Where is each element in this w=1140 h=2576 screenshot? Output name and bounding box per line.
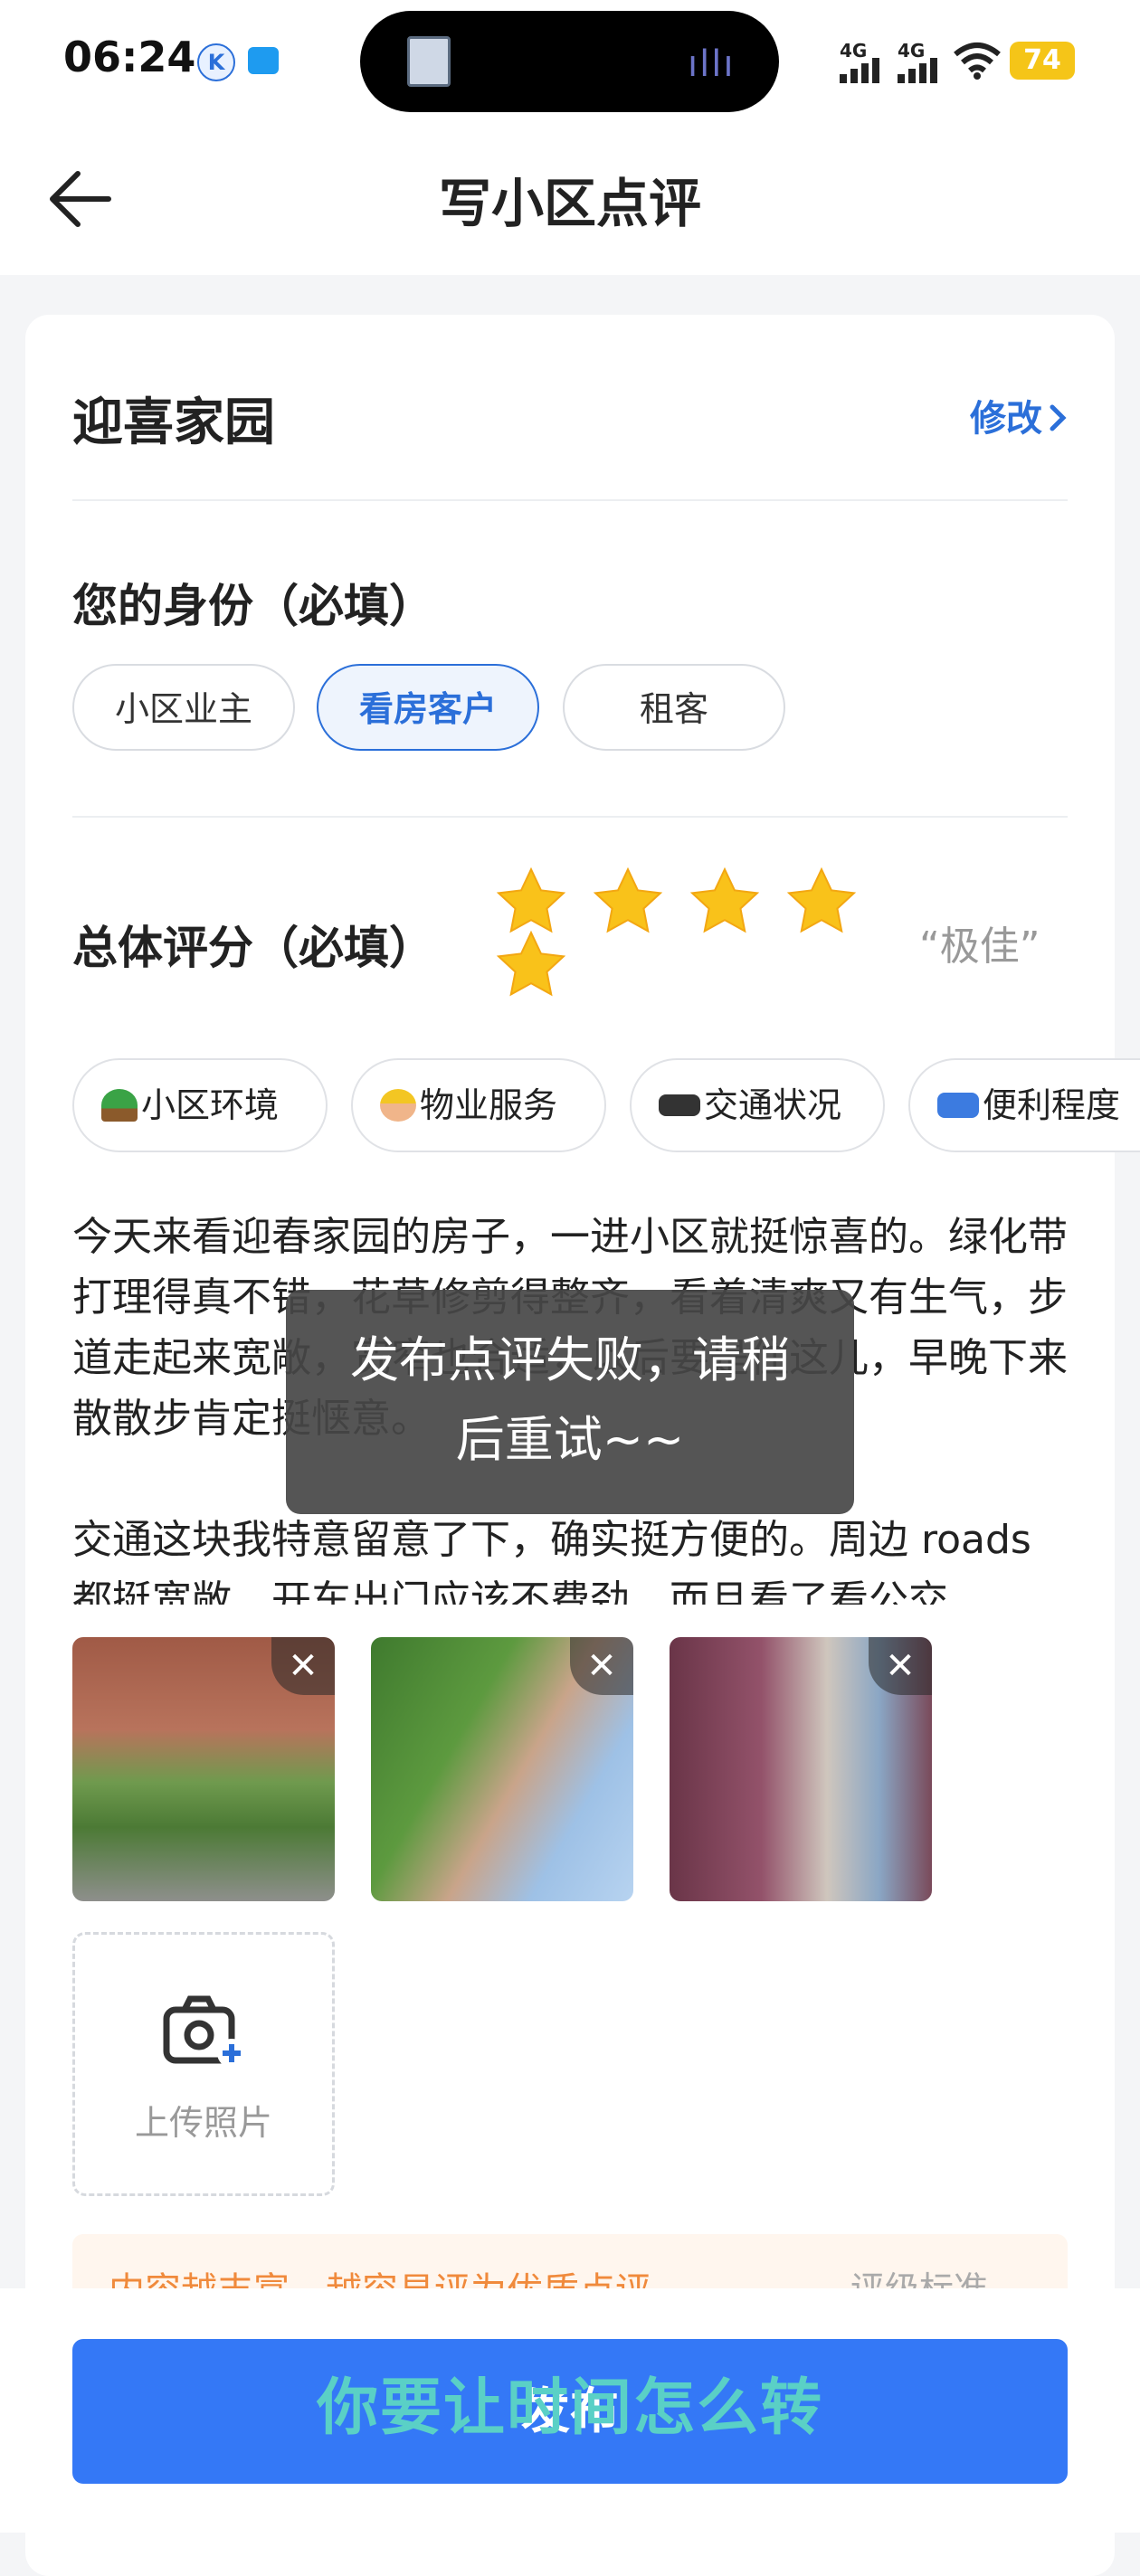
tag-traffic[interactable]: 交通状况 bbox=[630, 1058, 885, 1152]
star-5-icon[interactable] bbox=[494, 928, 568, 1002]
tree-icon bbox=[101, 1088, 138, 1122]
car-icon bbox=[937, 1092, 979, 1118]
modify-label: 修改 bbox=[970, 398, 1042, 440]
audio-wave-icon: ıllı bbox=[688, 43, 736, 85]
wifi-icon bbox=[954, 43, 1001, 80]
divider bbox=[72, 499, 1068, 501]
identity-option-tenant[interactable]: 租客 bbox=[563, 664, 785, 751]
toast-line-1: 发布点评失败，请稍 bbox=[350, 1331, 790, 1388]
star-3-icon[interactable] bbox=[688, 865, 762, 939]
identity-option-owner[interactable]: 小区业主 bbox=[72, 664, 295, 751]
community-name: 迎喜家园 bbox=[72, 393, 275, 452]
identity-title: 您的身份（必填） bbox=[72, 580, 434, 632]
media-thumbnail-icon bbox=[407, 36, 451, 87]
add-camera-icon bbox=[163, 1995, 246, 2068]
star-4-icon[interactable] bbox=[784, 865, 859, 939]
worker-icon bbox=[380, 1088, 416, 1122]
remove-photo-3-icon[interactable]: ✕ bbox=[869, 1637, 932, 1695]
toast-line-2: 后重试~~ bbox=[455, 1411, 685, 1468]
app-k-icon: K bbox=[197, 43, 235, 81]
identity-option-visitor[interactable]: 看房客户 bbox=[317, 664, 539, 751]
tag-environment[interactable]: 小区环境 bbox=[72, 1058, 328, 1152]
upload-photo-label: 上传照片 bbox=[134, 2103, 272, 2143]
divider bbox=[72, 816, 1068, 818]
star-2-icon[interactable] bbox=[591, 865, 665, 939]
photo-thumbnail-1[interactable]: ✕ bbox=[72, 1637, 335, 1901]
signal-1-icon bbox=[840, 58, 879, 83]
chevron-right-icon bbox=[1050, 404, 1067, 431]
photo-thumbnail-2[interactable]: ✕ bbox=[371, 1637, 633, 1901]
status-time: 06:24 bbox=[63, 33, 196, 81]
remove-photo-1-icon[interactable]: ✕ bbox=[271, 1637, 335, 1695]
traffic-light-icon bbox=[659, 1094, 700, 1116]
remove-photo-2-icon[interactable]: ✕ bbox=[570, 1637, 633, 1695]
battery-indicator: 74 bbox=[1010, 42, 1075, 80]
photo-thumbnail-3[interactable]: ✕ bbox=[670, 1637, 932, 1901]
tag-convenience[interactable]: 便利程度 bbox=[908, 1058, 1140, 1152]
modify-link[interactable]: 修改 bbox=[970, 389, 1069, 441]
review-paragraph-2: 交通这块我特意留意了下，确实挺方便的。周边 roads 都挺宽敞，开车出门应该不… bbox=[72, 1517, 1031, 1605]
app-notification-icon bbox=[248, 47, 279, 74]
rating-description: “极佳” bbox=[919, 923, 1040, 970]
error-toast: 发布点评失败，请稍 后重试~~ bbox=[286, 1290, 854, 1514]
page-title: 写小区点评 bbox=[438, 173, 701, 234]
tag-property-service[interactable]: 物业服务 bbox=[351, 1058, 606, 1152]
floating-overlay-text: 你要让时间怎么转 bbox=[316, 2372, 823, 2444]
rating-title: 总体评分（必填） bbox=[72, 922, 434, 974]
signal-2-icon bbox=[898, 58, 937, 83]
